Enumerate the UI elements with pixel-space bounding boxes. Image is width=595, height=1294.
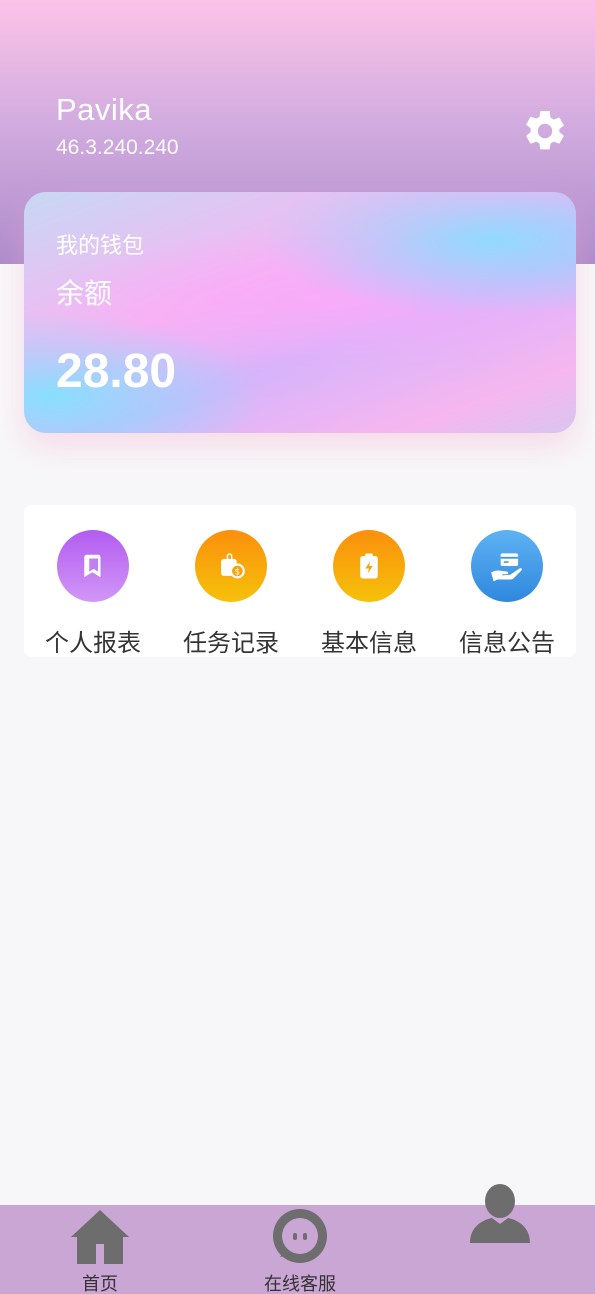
user-ip: 46.3.240.240 — [56, 136, 179, 159]
function-menu: 个人报表 $ 任务记录 基本信息 信息公告 — [24, 505, 576, 657]
settings-button[interactable] — [520, 106, 570, 156]
menu-label-basic-info: 基本信息 — [321, 630, 417, 657]
tab-customer-service[interactable]: 在线客服 — [250, 1205, 350, 1294]
menu-item-report[interactable]: 个人报表 — [24, 505, 162, 657]
menu-item-announcements[interactable]: 信息公告 — [438, 505, 576, 657]
home-icon — [71, 1210, 129, 1264]
wallet-title: 我的钱包 — [56, 233, 145, 258]
bottom-tab-bar: 首页 在线客服 — [0, 1184, 595, 1294]
menu-label-task-records: 任务记录 — [183, 630, 279, 657]
card-hand-icon — [471, 530, 543, 602]
menu-item-basic-info[interactable]: 基本信息 — [300, 505, 438, 657]
balance-value: 28.80 — [56, 345, 177, 398]
menu-label-report: 个人报表 — [45, 630, 141, 657]
wallet-card: 我的钱包 余额 28.80 — [24, 192, 576, 433]
svg-text:$: $ — [235, 568, 240, 578]
tab-profile[interactable] — [450, 1181, 550, 1251]
tab-home[interactable]: 首页 — [50, 1205, 150, 1294]
gear-icon — [526, 110, 564, 150]
menu-label-announcements: 信息公告 — [459, 630, 555, 657]
user-icon — [470, 1184, 530, 1243]
tab-customer-service-label: 在线客服 — [264, 1274, 336, 1294]
user-name: Pavika — [56, 92, 153, 127]
chat-icon — [273, 1209, 327, 1263]
menu-item-task-records[interactable]: $ 任务记录 — [162, 505, 300, 657]
clipboard-lightning-icon — [333, 530, 405, 602]
shopping-bag-coin-icon: $ — [195, 530, 267, 602]
bookmark-icon — [57, 530, 129, 602]
balance-label: 余额 — [56, 278, 113, 309]
tab-home-label: 首页 — [82, 1274, 118, 1294]
